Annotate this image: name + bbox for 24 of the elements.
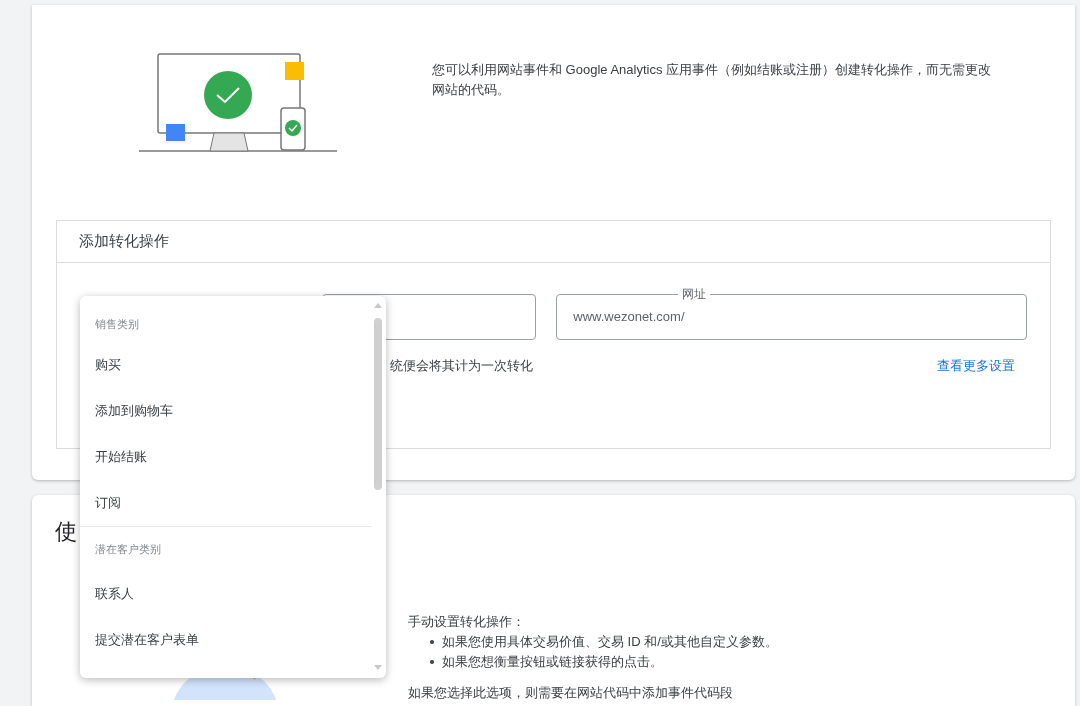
bullet-text: 如果您想衡量按钮或链接获得的点击。 — [442, 653, 663, 671]
intro-text: 手动设置转化操作： — [408, 613, 526, 631]
field-label: 网址 — [678, 286, 711, 302]
panel-title: 添加转化操作 — [79, 231, 169, 252]
note-text: 如果您选择此选项，则需要在网站代码中添加事件代码段 — [408, 684, 734, 702]
group-heading: 潜在客户类别 — [94, 541, 162, 557]
menu-item[interactable]: 开始结账 — [80, 434, 372, 480]
bullet-text: 如果您使用具体交易价值、交易 ID 和/或其他自定义参数。 — [442, 633, 778, 651]
menu-item[interactable]: 添加到购物车 — [80, 388, 372, 434]
bullet-icon — [430, 660, 434, 664]
scrollbar[interactable] — [374, 318, 382, 490]
field-value: www.wezonet.com/ — [573, 308, 685, 327]
more-settings-link[interactable]: 查看更多设置 — [937, 356, 1015, 376]
hint-text: 统便会将其计为一次转化 — [390, 357, 533, 375]
scroll-down-icon[interactable] — [374, 665, 382, 670]
menu-item[interactable]: 购买 — [80, 342, 372, 388]
menu-item[interactable]: 提交潜在客户表单 — [80, 617, 372, 663]
menu-item[interactable]: 联系人 — [80, 571, 372, 617]
bullet-icon — [430, 640, 434, 644]
group-heading: 销售类别 — [94, 316, 140, 332]
menu-item[interactable]: 订阅 — [80, 480, 372, 526]
intro-text: 您可以利用网站事件和 Google Analytics 应用事件（例如结账或注册）创建转化操作，而无需更改网站的代码。 — [432, 61, 993, 99]
section-heading: 使 — [55, 518, 78, 546]
scroll-up-icon[interactable] — [374, 303, 382, 308]
